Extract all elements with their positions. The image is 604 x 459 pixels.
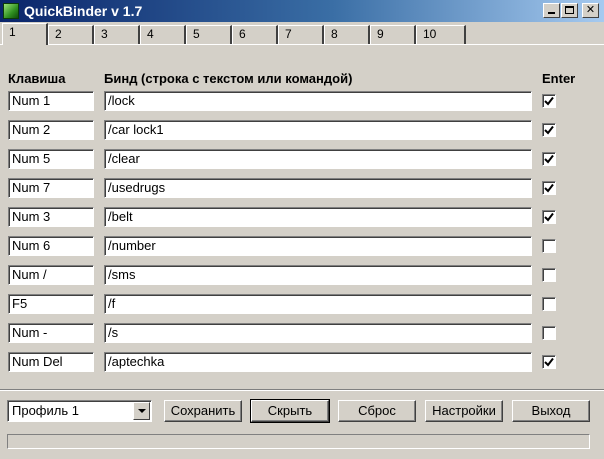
profile-select-value: Профиль 1	[12, 403, 79, 418]
bind-field[interactable]: /belt	[104, 207, 532, 227]
quickbinder-window: QuickBinder v 1.7 ✕ 1 2 3 4 5 6 7 8 9 10…	[0, 0, 604, 459]
bind-field[interactable]: /aptechka	[104, 352, 532, 372]
tab-6[interactable]: 6	[232, 25, 278, 44]
maximize-button[interactable]	[561, 3, 578, 18]
enter-checkbox[interactable]	[542, 210, 556, 224]
tab-8[interactable]: 8	[324, 25, 370, 44]
checkmark-icon	[544, 183, 554, 193]
save-button[interactable]: Сохранить	[164, 400, 242, 422]
bind-field[interactable]: /usedrugs	[104, 178, 532, 198]
column-header-bind: Бинд (строка с текстом или командой)	[104, 71, 353, 86]
window-title: QuickBinder v 1.7	[24, 3, 143, 19]
bind-field[interactable]: /f	[104, 294, 532, 314]
tab-5[interactable]: 5	[186, 25, 232, 44]
key-field[interactable]: Num 3	[8, 207, 94, 227]
footer-separator	[0, 389, 604, 391]
bind-field[interactable]: /sms	[104, 265, 532, 285]
enter-checkbox[interactable]	[542, 297, 556, 311]
tab-divider	[0, 44, 604, 45]
bind-field[interactable]: /s	[104, 323, 532, 343]
key-field[interactable]: Num 2	[8, 120, 94, 140]
column-header-key: Клавиша	[8, 71, 66, 86]
enter-checkbox[interactable]	[542, 268, 556, 282]
settings-button[interactable]: Настройки	[425, 400, 503, 422]
enter-checkbox[interactable]	[542, 94, 556, 108]
enter-checkbox[interactable]	[542, 355, 556, 369]
reset-button[interactable]: Сброс	[338, 400, 416, 422]
key-field[interactable]: Num Del	[8, 352, 94, 372]
checkmark-icon	[544, 357, 554, 367]
key-field[interactable]: Num 1	[8, 91, 94, 111]
checkmark-icon	[544, 154, 554, 164]
tab-strip: 1 2 3 4 5 6 7 8 9 10	[0, 23, 604, 45]
enter-checkbox[interactable]	[542, 239, 556, 253]
key-field[interactable]: Num -	[8, 323, 94, 343]
bind-field[interactable]: /number	[104, 236, 532, 256]
tab-2[interactable]: 2	[48, 25, 94, 44]
exit-button[interactable]: Выход	[512, 400, 590, 422]
bind-field[interactable]: /clear	[104, 149, 532, 169]
key-field[interactable]: Num /	[8, 265, 94, 285]
close-button[interactable]: ✕	[582, 3, 599, 18]
tab-1[interactable]: 1	[2, 23, 48, 45]
key-field[interactable]: Num 6	[8, 236, 94, 256]
enter-checkbox[interactable]	[542, 326, 556, 340]
key-field[interactable]: Num 5	[8, 149, 94, 169]
close-icon: ✕	[585, 4, 596, 16]
tab-4[interactable]: 4	[140, 25, 186, 44]
minimize-icon	[548, 12, 555, 14]
column-header-enter: Enter	[542, 71, 576, 86]
key-field[interactable]: F5	[8, 294, 94, 314]
chevron-down-icon[interactable]	[133, 402, 150, 420]
bind-field[interactable]: /lock	[104, 91, 532, 111]
tab-10[interactable]: 10	[416, 25, 466, 44]
profile-select[interactable]: Профиль 1	[7, 400, 152, 422]
bind-field[interactable]: /car lock1	[104, 120, 532, 140]
checkmark-icon	[544, 125, 554, 135]
maximize-icon	[565, 6, 574, 14]
minimize-button[interactable]	[543, 3, 560, 18]
hide-button[interactable]: Скрыть	[250, 399, 330, 423]
title-bar[interactable]: QuickBinder v 1.7 ✕	[0, 0, 604, 22]
enter-checkbox[interactable]	[542, 181, 556, 195]
checkmark-icon	[544, 212, 554, 222]
progress-bar	[7, 434, 590, 449]
tab-9[interactable]: 9	[370, 25, 416, 44]
tab-7[interactable]: 7	[278, 25, 324, 44]
tab-3[interactable]: 3	[94, 25, 140, 44]
checkmark-icon	[544, 96, 554, 106]
app-icon	[3, 3, 19, 19]
key-field[interactable]: Num 7	[8, 178, 94, 198]
enter-checkbox[interactable]	[542, 152, 556, 166]
enter-checkbox[interactable]	[542, 123, 556, 137]
